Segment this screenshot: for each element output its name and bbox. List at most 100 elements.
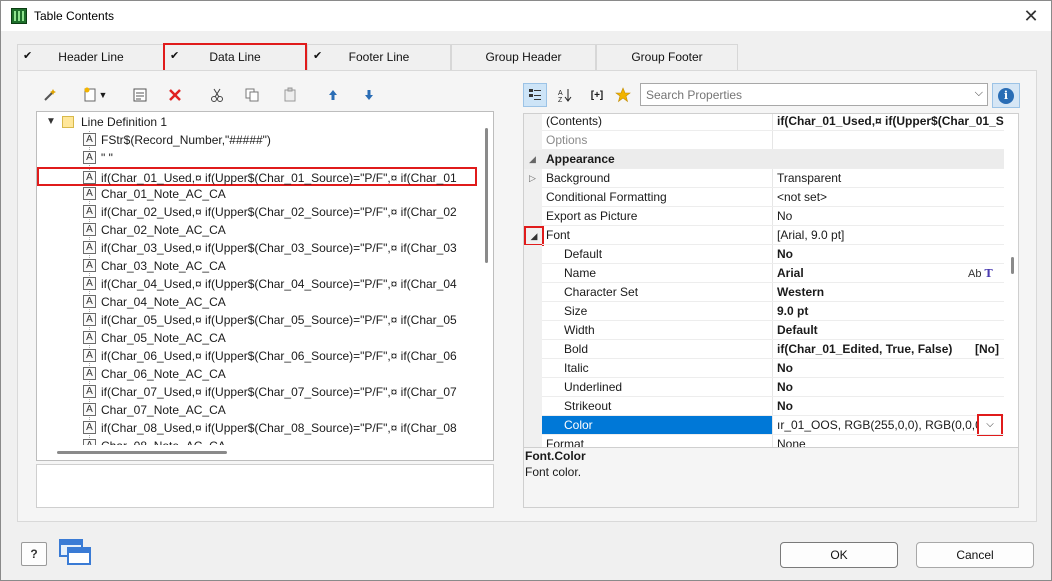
- ok-button[interactable]: OK: [780, 542, 898, 568]
- tree-item[interactable]: Aif(Char_01_Used,¤ if(Upper$(Char_01_Sou…: [37, 167, 477, 186]
- text-field-icon: A: [83, 223, 96, 236]
- property-value[interactable]: Western: [772, 283, 1004, 302]
- property-value[interactable]: [772, 131, 1004, 150]
- tree-root[interactable]: ▼ Line Definition 1: [37, 113, 477, 131]
- tree-item-label: Char_01_Note_AC_CA: [101, 187, 226, 201]
- tree-item[interactable]: A " ": [37, 149, 477, 167]
- row-gutter: [524, 321, 542, 340]
- tree-item[interactable]: Aif(Char_04_Used,¤ if(Upper$(Char_04_Sou…: [37, 275, 477, 293]
- copy-icon[interactable]: [241, 84, 263, 106]
- property-row[interactable]: Strikeout No: [524, 397, 1004, 416]
- tree-item[interactable]: A Char_01_Note_AC_CA: [37, 185, 477, 203]
- chevron-down-icon[interactable]: ⌵: [975, 87, 983, 100]
- property-row[interactable]: Export as Picture No: [524, 207, 1004, 226]
- property-row[interactable]: Bold if(Char_01_Edited, True, False) [No]: [524, 340, 1004, 359]
- property-name: Font: [546, 228, 571, 242]
- line-definition-tree[interactable]: ▼ Line Definition 1 A FStr$(Record_Number…: [36, 111, 494, 461]
- expand-icon[interactable]: ▷: [529, 169, 536, 188]
- tree-vertical-scrollbar[interactable]: [482, 112, 493, 445]
- property-row[interactable]: Italic No: [524, 359, 1004, 378]
- property-value[interactable]: [Arial, 9.0 pt]: [772, 226, 1004, 245]
- property-row[interactable]: Width Default: [524, 321, 1004, 340]
- property-row[interactable]: Format None: [524, 435, 1004, 447]
- delete-icon[interactable]: [164, 84, 186, 106]
- property-row[interactable]: Default No: [524, 245, 1004, 264]
- text-field-icon: A: [83, 313, 96, 326]
- property-value[interactable]: No: [772, 245, 1004, 264]
- paste-icon[interactable]: [279, 84, 301, 106]
- property-row[interactable]: Color ır_01_OOS, RGB(255,0,0), RGB(0,0,0 ⌵: [524, 414, 1004, 436]
- property-value[interactable]: Default: [772, 321, 1004, 340]
- tab-group-header[interactable]: Group Header: [451, 44, 596, 70]
- tab-header-line[interactable]: ✔ Header Line: [17, 44, 165, 70]
- tree-item[interactable]: A Char_07_Note_AC_CA: [37, 401, 477, 419]
- property-category[interactable]: ◢ Appearance: [524, 150, 1004, 169]
- property-row[interactable]: Conditional Formatting <not set>: [524, 188, 1004, 207]
- property-value[interactable]: if(Char_01_Edited, True, False): [772, 340, 972, 359]
- search-properties-box[interactable]: ⌵: [640, 83, 988, 106]
- tree-item[interactable]: Aif(Char_07_Used,¤ if(Upper$(Char_07_Sou…: [37, 383, 477, 401]
- property-value[interactable]: if(Char_01_Used,¤ if(Upper$(Char_01_Sour…: [772, 114, 1004, 131]
- tab-footer-line[interactable]: ✔ Footer Line: [307, 44, 451, 70]
- property-row[interactable]: Character Set Western: [524, 283, 1004, 302]
- tree-item-label: if(Char_03_Used,¤ if(Upper$(Char_03_Sour…: [101, 241, 457, 255]
- cancel-button[interactable]: Cancel: [916, 542, 1034, 568]
- properties-vertical-scrollbar[interactable]: [1008, 114, 1018, 447]
- wand-icon[interactable]: [39, 84, 61, 106]
- collapse-icon[interactable]: ▼: [46, 113, 56, 131]
- dropdown-arrow-icon[interactable]: ▼: [97, 84, 109, 106]
- font-picker-icons[interactable]: Ab T: [968, 264, 993, 283]
- tree-horizontal-scrollbar[interactable]: [37, 445, 482, 459]
- tree-item[interactable]: Aif(Char_03_Used,¤ if(Upper$(Char_03_Sou…: [37, 239, 477, 257]
- tree-item[interactable]: A Char_02_Note_AC_CA: [37, 221, 477, 239]
- tab-data-line[interactable]: ✔ Data Line: [163, 43, 307, 72]
- property-row[interactable]: Underlined No: [524, 378, 1004, 397]
- collapse-icon[interactable]: ◢: [524, 226, 544, 246]
- property-grid[interactable]: (Contents) if(Char_01_Used,¤ if(Upper$(Ch…: [523, 113, 1019, 448]
- tree-item[interactable]: Aif(Char_05_Used,¤ if(Upper$(Char_05_Sou…: [37, 311, 477, 329]
- properties-icon[interactable]: [129, 84, 151, 106]
- property-row[interactable]: Name Arial Ab T: [524, 264, 1004, 283]
- close-icon[interactable]: ✕: [1021, 6, 1041, 26]
- move-up-icon[interactable]: [322, 84, 344, 106]
- property-name: (Contents): [546, 114, 603, 128]
- tab-group-footer[interactable]: Group Footer: [596, 44, 738, 70]
- search-input[interactable]: [641, 84, 966, 105]
- property-value[interactable]: 9.0 pt: [772, 302, 1004, 321]
- tree-item-label: Char_03_Note_AC_CA: [101, 259, 226, 273]
- tree-item[interactable]: Aif(Char_06_Used,¤ if(Upper$(Char_06_Sou…: [37, 347, 477, 365]
- property-row[interactable]: Size 9.0 pt: [524, 302, 1004, 321]
- property-name: Strikeout: [564, 399, 612, 413]
- property-value[interactable]: <not set>: [772, 188, 1004, 207]
- cut-icon[interactable]: [206, 84, 228, 106]
- tree-item[interactable]: Aif(Char_02_Used,¤ if(Upper$(Char_02_Sou…: [37, 203, 477, 221]
- tree-item[interactable]: A Char_06_Note_AC_CA: [37, 365, 477, 383]
- tree-item[interactable]: A FStr$(Record_Number,"#####"): [37, 131, 477, 149]
- property-row[interactable]: ◢ Font [Arial, 9.0 pt]: [524, 226, 1004, 246]
- tree-item[interactable]: A Char_03_Note_AC_CA: [37, 257, 477, 275]
- row-gutter: [524, 340, 542, 359]
- property-value[interactable]: No: [772, 359, 1004, 378]
- move-down-icon[interactable]: [358, 84, 380, 106]
- collapse-icon[interactable]: ◢: [529, 150, 536, 169]
- favorites-star-icon[interactable]: [611, 83, 635, 107]
- expand-all-icon[interactable]: [+]: [583, 83, 611, 107]
- property-value[interactable]: No: [772, 397, 1004, 416]
- property-value[interactable]: Transparent: [772, 169, 1004, 188]
- property-value[interactable]: ır_01_OOS, RGB(255,0,0), RGB(0,0,0: [772, 416, 977, 435]
- tree-item[interactable]: A Char_05_Note_AC_CA: [37, 329, 477, 347]
- property-value[interactable]: No: [772, 207, 1004, 226]
- categorized-view-icon[interactable]: [523, 83, 547, 107]
- help-button[interactable]: ?: [21, 542, 47, 566]
- windows-icon[interactable]: [59, 539, 93, 569]
- property-row[interactable]: Options: [524, 131, 1004, 150]
- property-row[interactable]: (Contents) if(Char_01_Used,¤ if(Upper$(Ch…: [524, 114, 1004, 131]
- property-value[interactable]: No: [772, 378, 1004, 397]
- alphabetical-sort-icon[interactable]: AZ: [553, 83, 577, 107]
- tree-item[interactable]: Aif(Char_08_Used,¤ if(Upper$(Char_08_Sou…: [37, 419, 477, 437]
- info-button[interactable]: i: [992, 83, 1020, 108]
- property-value[interactable]: None: [772, 435, 1004, 447]
- color-dropdown-button[interactable]: ⌵: [977, 414, 1003, 436]
- property-row[interactable]: ▷ Background Transparent: [524, 169, 1004, 188]
- tree-item[interactable]: A Char_04_Note_AC_CA: [37, 293, 477, 311]
